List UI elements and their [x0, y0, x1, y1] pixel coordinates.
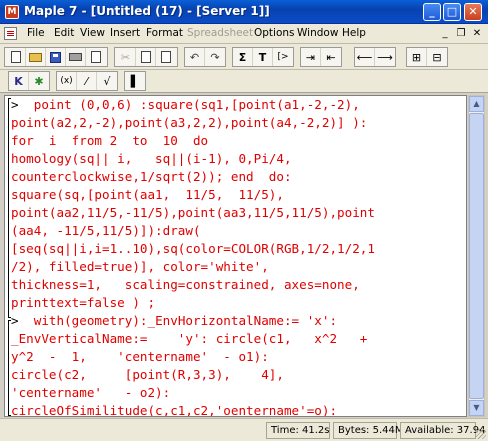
history-button-group: ⟵ ⟶ [354, 47, 396, 67]
prompt-marker: > [11, 97, 19, 112]
clipboard-button-group: ✂ [114, 47, 178, 67]
code-line-6[interactable]: square(sq,[point(aa1, 11/5, 11/5), [11, 186, 284, 204]
print-preview-icon[interactable] [86, 48, 106, 66]
doc-restore-button[interactable]: ❐ [454, 27, 468, 40]
code-line-4[interactable]: homology(sq|| i, sq||(i-1), 0,Pi/4, [11, 150, 292, 168]
indent-button-group: ⇥ ⇤ [300, 47, 342, 67]
menu-help[interactable]: Help [342, 27, 366, 39]
scroll-down-icon[interactable]: ▼ [469, 400, 484, 416]
sigma-icon[interactable]: Σ [233, 48, 253, 66]
bar-icon[interactable]: ▌ [125, 72, 145, 90]
window-title: Maple 7 - [Untitled (17) - [Server 1]] [24, 4, 270, 18]
code-line-18[interactable]: circleOfSimilitude(c,c1,c2,'oentername'=… [11, 402, 337, 416]
maximize-button[interactable]: □ [443, 3, 461, 21]
maple-app-icon[interactable]: M [5, 5, 19, 19]
kernel-button-group: K ✱ [8, 71, 50, 91]
print-icon[interactable] [66, 48, 86, 66]
undo-icon[interactable]: ↶ [185, 48, 205, 66]
code-line-12[interactable]: printtext=false ) ; [11, 294, 155, 312]
doc-close-button[interactable]: ✕ [470, 27, 484, 40]
cut-icon[interactable]: ✂ [116, 48, 136, 66]
code-line-11[interactable]: thickness=1, scaling=constrained, axes=n… [11, 276, 360, 294]
open-icon[interactable] [26, 48, 46, 66]
title-bar: M Maple 7 - [Untitled (17) - [Server 1]]… [0, 0, 488, 24]
code-line-1[interactable]: > point (0,0,6) :square(sq1,[point(a1,-2… [11, 96, 360, 114]
undo-button-group: ↶ ↷ [184, 47, 226, 67]
prompt-marker-2: > [11, 313, 19, 328]
status-bar: Time: 41.2s Bytes: 5.44M Available: 37.9… [0, 418, 488, 441]
close-button[interactable]: ✕ [464, 3, 482, 21]
menu-insert[interactable]: Insert [110, 27, 140, 39]
code-line-7[interactable]: point(aa2,11/5,-11/5),point(aa3,11/5,11/… [11, 204, 375, 222]
menu-edit[interactable]: Edit [54, 27, 74, 39]
file-button-group [4, 47, 108, 67]
bar-button-group: ▌ [124, 71, 146, 91]
code-line-5[interactable]: counterclockwise,1/sqrt(2)); end do: [11, 168, 292, 186]
menu-format[interactable]: Format [146, 27, 183, 39]
outdent-icon[interactable]: ⇤ [321, 48, 341, 66]
new-icon[interactable] [6, 48, 26, 66]
code-line-15[interactable]: y^2 - 1, 'centername' - o1): [11, 348, 269, 366]
exec-group-icon[interactable]: [> [273, 48, 293, 66]
menu-bar: File Edit View Insert Format Spreadsheet… [0, 24, 488, 44]
collapse-icon[interactable]: ⊟ [427, 48, 447, 66]
menu-options[interactable]: Options [254, 27, 295, 39]
fraction-icon[interactable]: ⁄ [77, 72, 97, 90]
main-toolbar: ✂ ↶ ↷ Σ T [> ⇥ ⇤ ⟵ ⟶ ⊞ ⊟ [0, 44, 488, 70]
resize-grip[interactable] [476, 429, 486, 439]
sqrt-icon[interactable]: √ [97, 72, 117, 90]
paren-icon[interactable]: (x) [57, 72, 77, 90]
save-icon[interactable] [46, 48, 66, 66]
menu-spreadsheet[interactable]: Spreadsheet [187, 27, 253, 39]
forward-arrow-icon[interactable]: ⟶ [375, 48, 395, 66]
menu-window[interactable]: Window [297, 27, 338, 39]
section-button-group: ⊞ ⊟ [406, 47, 448, 67]
expand-icon[interactable]: ⊞ [407, 48, 427, 66]
scroll-thumb[interactable] [469, 113, 484, 399]
document-icon[interactable] [4, 27, 17, 40]
worksheet-area[interactable]: > point (0,0,6) :square(sq1,[point(a1,-2… [4, 95, 467, 417]
code-line-2[interactable]: point(a2,2,-2),point(a3,2,2),point(a4,-2… [11, 114, 367, 132]
code-line-9[interactable]: [seq(sq||i,i=1..10),sq(color=COLOR(RGB,1… [11, 240, 375, 258]
menu-view[interactable]: View [80, 27, 105, 39]
vertical-scrollbar[interactable]: ▲ ▼ [468, 95, 485, 417]
code-line-8[interactable]: (aa4, -11/5,11/5)]):draw( [11, 222, 201, 240]
status-bytes: Bytes: 5.44M [333, 422, 404, 439]
code-line-13[interactable]: > with(geometry):_EnvHorizontalName:= 'x… [11, 312, 337, 330]
code-line-10[interactable]: /2), filled=true)], color='white', [11, 258, 269, 276]
code-line-3[interactable]: for i from 2 to 10 do [11, 132, 208, 150]
code-line-14[interactable]: _EnvVerticalName:= 'y': circle(c1, x^2 + [11, 330, 367, 348]
code-line-17[interactable]: 'centername' - o2): [11, 384, 170, 402]
copy-icon[interactable] [136, 48, 156, 66]
menu-file[interactable]: File [27, 27, 45, 39]
k-icon[interactable]: K [9, 72, 29, 90]
minimize-button[interactable]: _ [423, 3, 441, 21]
scroll-up-icon[interactable]: ▲ [469, 96, 484, 112]
insert-button-group: Σ T [> [232, 47, 294, 67]
context-toolbar: K ✱ (x) ⁄ √ ▌ [0, 70, 488, 93]
paste-icon[interactable] [156, 48, 176, 66]
text-icon[interactable]: T [253, 48, 273, 66]
indent-icon[interactable]: ⇥ [301, 48, 321, 66]
status-available: Available: 37.94 [400, 422, 485, 439]
code-line-16[interactable]: circle(c2, [point(R,3,3), 4], [11, 366, 284, 384]
bug-icon[interactable]: ✱ [29, 72, 49, 90]
doc-minimize-button[interactable]: _ [438, 27, 452, 40]
math-button-group: (x) ⁄ √ [56, 71, 118, 91]
back-arrow-icon[interactable]: ⟵ [355, 48, 375, 66]
redo-icon[interactable]: ↷ [205, 48, 225, 66]
status-time: Time: 41.2s [266, 422, 330, 439]
